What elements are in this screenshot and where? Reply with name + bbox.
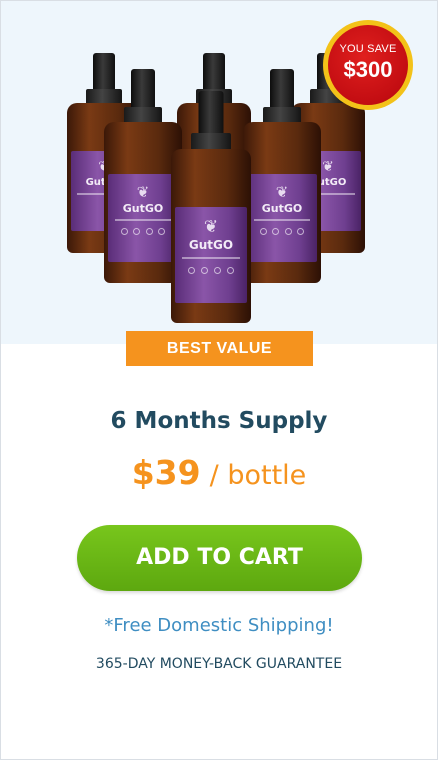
price-amount: $39 [131, 453, 201, 492]
savings-badge: YOU SAVE $300 [323, 20, 413, 110]
package-card: ❦ GutGO ❦ GutGO ❦ GutGO ❦ GutGO YOU SAVE… [0, 0, 438, 760]
savings-badge-amount: $300 [343, 57, 393, 82]
add-to-cart-button[interactable]: ADD TO CART [77, 525, 362, 591]
free-shipping-note: *Free Domestic Shipping! [104, 615, 334, 636]
product-hero: ❦ GutGO ❦ GutGO ❦ GutGO ❦ GutGO YOU SAVE… [1, 1, 437, 344]
best-value-ribbon: BEST VALUE [126, 331, 313, 366]
package-title: 6 Months Supply [110, 408, 328, 434]
product-bottle-front: ❦ GutGO [171, 91, 251, 323]
bottle-brand-text: GutGO [122, 202, 164, 215]
savings-badge-caption: YOU SAVE [339, 43, 397, 55]
price-line: $39 / bottle [1, 453, 437, 492]
price-unit: / bottle [209, 460, 307, 491]
bottle-brand-text: GutGO [261, 202, 303, 215]
leaf-figure-icon: ❦ [203, 217, 219, 237]
product-bottle: ❦ GutGO [243, 69, 321, 283]
bottle-brand-text: GutGO [188, 238, 234, 252]
money-back-guarantee: 365-DAY MONEY-BACK GUARANTEE [95, 656, 343, 672]
